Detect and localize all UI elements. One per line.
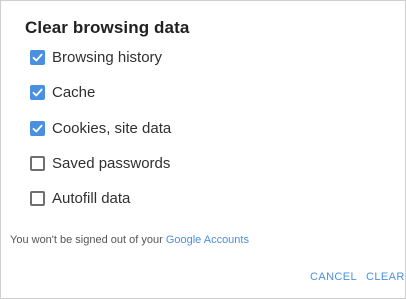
- google-accounts-link[interactable]: Google Accounts: [166, 234, 249, 246]
- option-saved-passwords[interactable]: Saved passwords: [30, 152, 170, 174]
- option-label-cookies-site-data: Cookies, site data: [52, 119, 172, 137]
- checkbox-cookies-site-data[interactable]: [30, 120, 45, 136]
- option-browsing-history[interactable]: Browsing history: [30, 46, 162, 68]
- checkbox-saved-passwords[interactable]: [30, 155, 45, 171]
- checkbox-checked-icon: [32, 53, 43, 61]
- option-cache[interactable]: Cache: [30, 81, 95, 103]
- option-label-cache: Cache: [52, 83, 96, 101]
- checkbox-checked-icon: [32, 88, 43, 96]
- dialog-title: Clear browsing data: [25, 18, 190, 37]
- clear-button[interactable]: CLEAR: [366, 271, 405, 283]
- cancel-button[interactable]: CANCEL: [310, 271, 357, 283]
- option-autofill-data[interactable]: Autofill data: [30, 187, 130, 209]
- sign-out-note-text: You won't be signed out of your: [10, 234, 166, 246]
- option-label-autofill-data: Autofill data: [52, 189, 131, 207]
- option-cookies-site-data[interactable]: Cookies, site data: [30, 117, 171, 139]
- checkbox-cache[interactable]: [30, 84, 45, 100]
- checkbox-checked-icon: [32, 124, 43, 132]
- option-label-browsing-history: Browsing history: [52, 48, 163, 66]
- checkbox-autofill-data[interactable]: [30, 190, 45, 206]
- checkbox-browsing-history[interactable]: [30, 49, 45, 65]
- sign-out-note: You won't be signed out of your Google A…: [10, 234, 249, 246]
- clear-browsing-data-dialog: Clear browsing data Browsing history Cac…: [0, 0, 406, 299]
- option-label-saved-passwords: Saved passwords: [52, 154, 171, 172]
